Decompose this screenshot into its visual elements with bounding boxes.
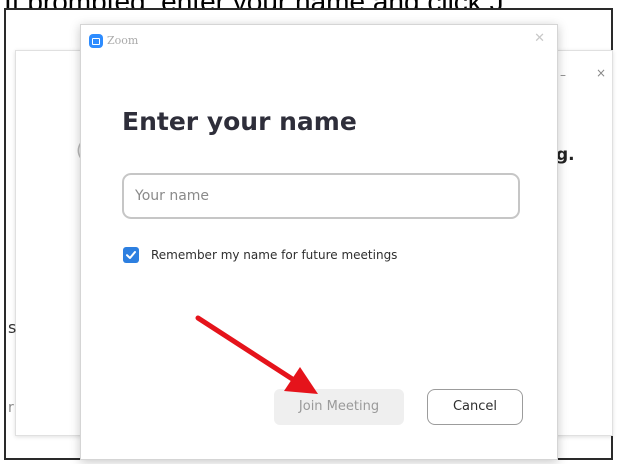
background-close-icon[interactable]: × xyxy=(596,66,606,80)
join-meeting-button[interactable]: Join Meeting xyxy=(274,389,404,425)
zoom-logo-icon xyxy=(89,34,103,48)
remember-name-label: Remember my name for future meetings xyxy=(151,248,398,262)
name-input[interactable] xyxy=(122,173,520,219)
background-left-fragment: s xyxy=(8,318,17,337)
dialog-app-title: Zoom xyxy=(107,34,139,47)
minimize-icon[interactable]: – xyxy=(560,68,566,82)
dialog-heading: Enter your name xyxy=(122,107,357,136)
close-icon[interactable]: ✕ xyxy=(534,31,545,46)
background-left-fragment-2: r xyxy=(8,400,14,416)
cancel-button[interactable]: Cancel xyxy=(427,389,523,425)
remember-name-checkbox[interactable] xyxy=(123,247,139,263)
remember-name-row[interactable]: Remember my name for future meetings xyxy=(123,245,397,265)
checkmark-icon xyxy=(126,251,136,259)
dialog-titlebar: Zoom ✕ xyxy=(81,25,557,55)
screenshot-stage: If prompted, enter your name and click J… xyxy=(0,0,618,464)
background-text-fragment: g. xyxy=(556,145,575,165)
enter-name-dialog: Zoom ✕ Enter your name Remember my name … xyxy=(80,24,558,460)
